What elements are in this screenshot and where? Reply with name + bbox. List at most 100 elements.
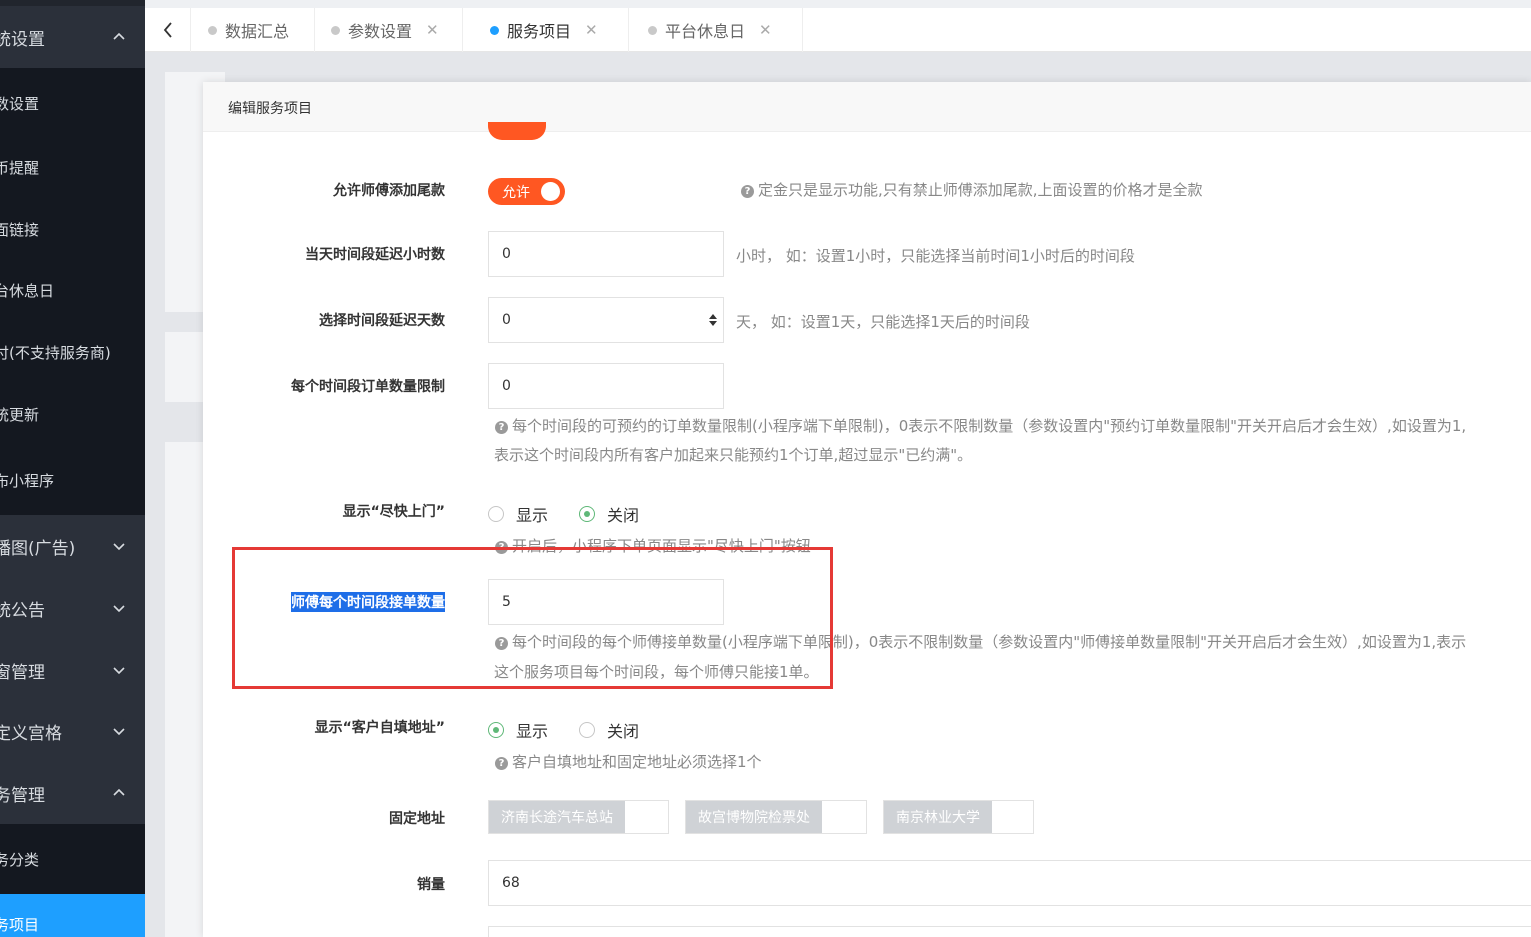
- delay-days-input[interactable]: 0: [488, 297, 724, 343]
- dialog-title: 编辑服务项目: [228, 101, 312, 117]
- radio-label: 显示: [516, 506, 549, 525]
- previous-switch-partial: [488, 122, 546, 140]
- tab-label: 参数设置: [348, 22, 413, 41]
- order-limit-hint-line1: ? 每个时间段的可预约的订单数量限制(小程序端下单限制)，0表示不限制数量（参数设…: [495, 415, 1466, 436]
- input-value: 0: [502, 246, 511, 262]
- sidebar-item-label: 币提醒: [0, 158, 40, 177]
- chevron-up-icon: [113, 31, 125, 43]
- radio-label: 显示: [516, 722, 549, 741]
- chevron-down-icon: [113, 664, 125, 676]
- dialog-header: 编辑服务项目: [203, 82, 1531, 132]
- close-icon[interactable]: ✕: [426, 21, 439, 39]
- delay-days-hint: 天， 如：设置1天，只能选择1天后的时间段: [736, 313, 1030, 331]
- sidebar-item-service-category[interactable]: 务分类: [0, 824, 145, 894]
- show-asap-radio-show[interactable]: 显示: [488, 502, 548, 526]
- order-limit-input[interactable]: 0: [488, 363, 724, 409]
- sidebar-item-label: 台休息日: [0, 281, 55, 300]
- order-limit-hint-line2: 表示这个时间段内所有客户加起来只能预约1个订单,超过显示"已约满"。: [494, 446, 973, 464]
- tab-label: 数据汇总: [225, 22, 290, 41]
- delay-hours-label: 当天时间段延迟小时数: [305, 247, 445, 263]
- edit-service-dialog: 编辑服务项目 允许师傅添加尾款 允许 ? 定金只是显示功能,只有禁止师傅添加尾款,…: [203, 82, 1531, 937]
- sidebar-item-publish-miniprogram[interactable]: 布小程序: [0, 445, 145, 515]
- highlight-box: [232, 547, 833, 689]
- sidebar-item-label: 面链接: [0, 220, 40, 239]
- sidebar-item-reminder[interactable]: 币提醒: [0, 136, 145, 198]
- chevron-up-icon: [113, 787, 125, 799]
- number-spinner-icon[interactable]: [708, 313, 718, 327]
- delay-hours-hint: 小时， 如：设置1小时，只能选择当前时间1小时后的时间段: [736, 247, 1135, 265]
- tab-status-dot: [331, 25, 340, 35]
- tab-label: 服务项目: [507, 22, 572, 41]
- sidebar-item-system-update[interactable]: 统更新: [0, 383, 145, 445]
- tab-label: 平台休息日: [665, 22, 746, 41]
- allow-tail-switch[interactable]: 允许: [488, 178, 565, 205]
- delay-days-label: 选择时间段延迟天数: [319, 313, 445, 329]
- radio-circle: [488, 722, 504, 738]
- chevron-down-icon: [113, 725, 125, 737]
- show-address-label: 显示“客户自填地址”: [314, 720, 445, 736]
- sidebar-item-label: 播图(广告): [0, 538, 76, 559]
- show-asap-radio-close[interactable]: 关闭: [579, 502, 639, 526]
- tab-platform-rest-day[interactable]: 平台休息日 ✕: [629, 8, 803, 52]
- allow-tail-hint: ? 定金只是显示功能,只有禁止师傅添加尾款,上面设置的价格才是全款: [741, 179, 1203, 200]
- hint-text: 每个时间段的可预约的订单数量限制(小程序端下单限制)，0表示不限制数量（参数设置…: [512, 417, 1467, 435]
- sidebar-item-label: 布小程序: [0, 471, 55, 490]
- sidebar-group-notice[interactable]: 统公告: [0, 577, 145, 639]
- sidebar-group-service-management[interactable]: 务管理: [0, 762, 145, 824]
- radio-circle: [579, 506, 595, 522]
- tab-scroll-left-button[interactable]: [145, 8, 191, 52]
- delay-hours-input[interactable]: 0: [488, 231, 724, 277]
- next-input-partial[interactable]: [488, 926, 1531, 937]
- sidebar-item-label: 统设置: [0, 29, 45, 50]
- sidebar-item-service-project[interactable]: 务项目: [0, 894, 145, 937]
- tab-status-dot: [208, 25, 217, 35]
- sidebar-group-banner[interactable]: 播图(广告): [0, 515, 145, 577]
- sales-label: 销量: [417, 877, 445, 893]
- chevron-down-icon: [113, 602, 125, 614]
- tab-service-project[interactable]: 服务项目 ✕: [463, 8, 629, 52]
- sidebar-item-params[interactable]: 数设置: [0, 68, 145, 138]
- fixed-address-label: 固定地址: [389, 811, 445, 827]
- hint-text: 定金只是显示功能,只有禁止师傅添加尾款,上面设置的价格才是全款: [758, 181, 1203, 199]
- question-icon: ?: [495, 421, 508, 434]
- switch-knob: [541, 182, 560, 201]
- address-tag-checkbox[interactable]: 南京林业大学: [883, 800, 1034, 834]
- address-tag-checkbox[interactable]: 故宫博物院检票处: [685, 800, 867, 834]
- show-address-radio-close[interactable]: 关闭: [579, 718, 639, 742]
- sidebar-item-label: 统更新: [0, 405, 40, 424]
- tab-param-settings[interactable]: 参数设置 ✕: [315, 8, 463, 52]
- sidebar-item-page-links[interactable]: 面链接: [0, 198, 145, 260]
- sidebar-item-label: 窗管理: [0, 662, 45, 683]
- sidebar-item-label: 务项目: [0, 916, 40, 934]
- show-address-hint: ? 客户自填地址和固定地址必须选择1个: [495, 751, 762, 772]
- question-icon: ?: [741, 185, 754, 198]
- sidebar-group-popup[interactable]: 窗管理: [0, 639, 145, 701]
- chevron-down-icon: [113, 540, 125, 552]
- sidebar-item-label: 定义宫格: [0, 723, 62, 744]
- sidebar-item-label: 务分类: [0, 850, 40, 869]
- sidebar-group-system-settings[interactable]: 统设置: [0, 6, 145, 68]
- switch-text: 允许: [502, 185, 530, 201]
- sidebar-item-label: 数设置: [0, 94, 40, 113]
- sales-input[interactable]: 68: [488, 860, 1531, 906]
- sidebar-item-label: 付(不支持服务商): [0, 343, 111, 362]
- hint-text: 客户自填地址和固定地址必须选择1个: [512, 753, 762, 771]
- tab-data-summary[interactable]: 数据汇总: [192, 8, 315, 52]
- input-value: 68: [502, 875, 520, 891]
- tab-status-dot: [490, 25, 499, 35]
- sidebar-group-grid[interactable]: 定义宫格: [0, 700, 145, 762]
- close-icon[interactable]: ✕: [759, 21, 772, 39]
- radio-circle: [488, 506, 504, 522]
- address-tag-checkbox[interactable]: 济南长途汽车总站: [488, 800, 669, 834]
- sidebar: 统设置 数设置 币提醒 面链接 台休息日 付(不支持服务商) 统更新 布小程序 …: [0, 0, 145, 937]
- sidebar-item-payment[interactable]: 付(不支持服务商): [0, 321, 145, 383]
- close-icon[interactable]: ✕: [585, 21, 598, 39]
- show-address-radio-show[interactable]: 显示: [488, 718, 548, 742]
- sidebar-item-label: 统公告: [0, 600, 45, 621]
- question-icon: ?: [495, 757, 508, 770]
- sidebar-item-rest-days[interactable]: 台休息日: [0, 259, 145, 321]
- radio-circle: [579, 722, 595, 738]
- address-tag-label: 故宫博物院检票处: [686, 801, 822, 833]
- tab-status-dot: [648, 25, 657, 35]
- order-limit-label: 每个时间段订单数量限制: [291, 379, 445, 395]
